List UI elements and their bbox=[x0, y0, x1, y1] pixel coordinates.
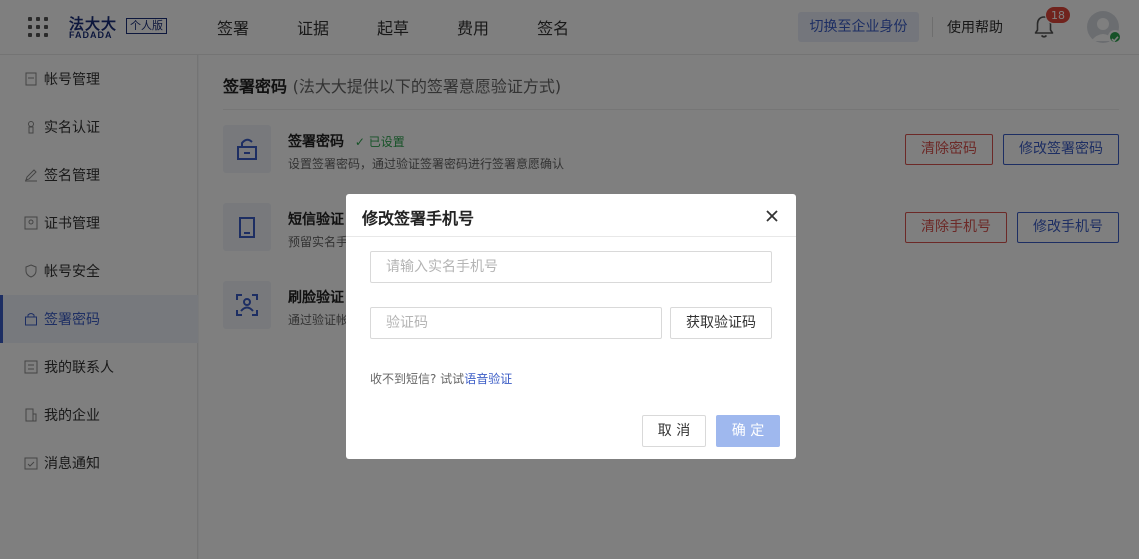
dialog-title: 修改签署手机号 bbox=[362, 209, 475, 228]
confirm-button[interactable]: 确 定 bbox=[716, 415, 780, 447]
modify-phone-dialog: 修改签署手机号 获取验证码 收不到短信? 试试语音验证 取 消 确 定 bbox=[346, 194, 796, 459]
dialog-header: 修改签署手机号 bbox=[346, 194, 796, 237]
close-icon[interactable] bbox=[762, 206, 782, 226]
get-code-button[interactable]: 获取验证码 bbox=[670, 307, 772, 339]
sms-hint: 收不到短信? 试试语音验证 bbox=[370, 370, 512, 387]
cancel-button[interactable]: 取 消 bbox=[642, 415, 706, 447]
phone-input[interactable] bbox=[370, 251, 772, 283]
voice-verify-link[interactable]: 语音验证 bbox=[464, 372, 512, 386]
hint-text: 收不到短信? 试试 bbox=[370, 372, 465, 386]
verification-code-input[interactable] bbox=[370, 307, 662, 339]
